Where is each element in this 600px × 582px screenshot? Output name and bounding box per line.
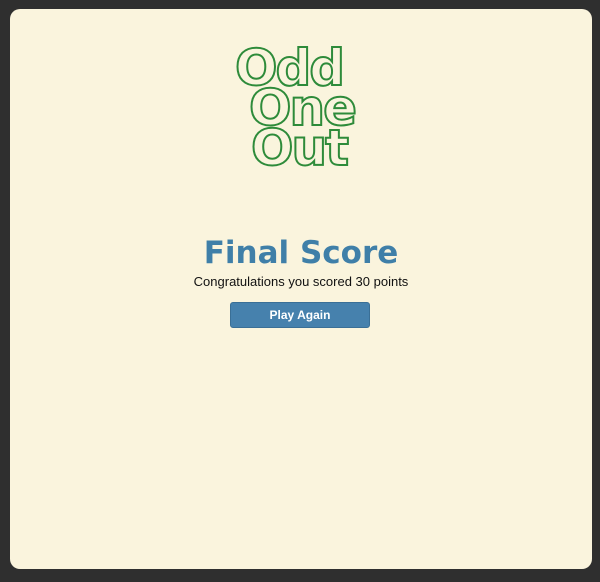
logo: Odd One Out	[10, 43, 592, 173]
score-message: Congratulations you scored 30 points	[193, 274, 409, 289]
logo-word-out: Out	[251, 119, 348, 173]
game-screen: Odd One Out Final Score Congratulations …	[10, 9, 592, 569]
logo-mark: Odd One Out	[234, 43, 358, 173]
play-again-button[interactable]: Play Again	[230, 302, 370, 328]
final-score-title: Final Score	[203, 235, 399, 271]
